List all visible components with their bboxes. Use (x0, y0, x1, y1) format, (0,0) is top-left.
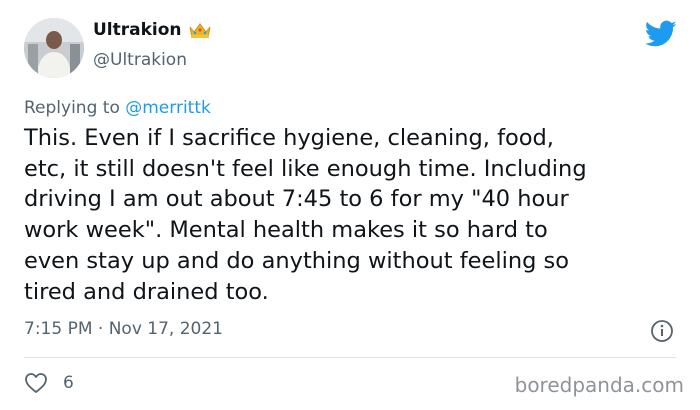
info-icon[interactable] (650, 319, 674, 343)
divider (24, 357, 676, 358)
crown-icon (189, 23, 211, 38)
handle[interactable]: @Ultrakion (93, 50, 187, 70)
heart-icon[interactable] (24, 372, 48, 394)
twitter-bird-icon[interactable] (645, 20, 677, 48)
replying-to-label: Replying to (24, 98, 120, 118)
tweet-timestamp[interactable]: 7:15 PM · Nov 17, 2021 (24, 319, 223, 339)
mention-link[interactable]: @merrittk (125, 98, 211, 118)
avatar[interactable] (24, 18, 84, 78)
watermark: boredpanda.com (514, 373, 684, 397)
avatar-photo (24, 18, 84, 78)
like-count: 6 (63, 373, 74, 393)
tweet-text: This. Even if I sacrifice hygiene, clean… (24, 125, 587, 305)
replying-to: Replying to @merrittk (24, 98, 211, 118)
display-name-row: Ultrakion (93, 20, 212, 40)
display-name[interactable]: Ultrakion (93, 20, 182, 40)
